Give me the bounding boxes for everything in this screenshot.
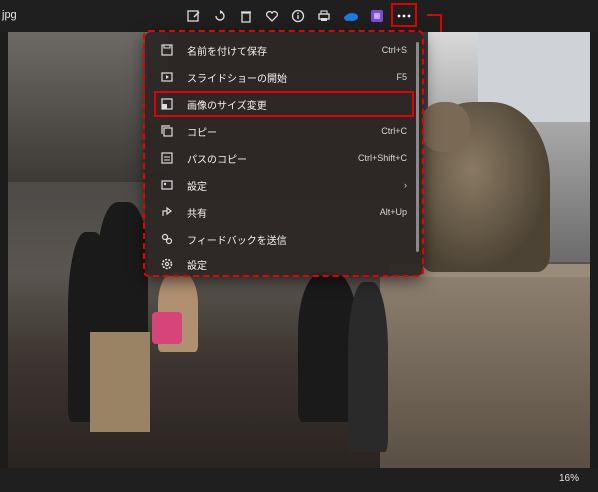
set-as-icon — [159, 177, 175, 193]
clipchamp-icon[interactable] — [366, 6, 388, 26]
title-bar: jpg — [0, 0, 598, 32]
annotation-arrow-top — [427, 14, 441, 16]
more-button-highlight — [391, 3, 417, 27]
delete-icon[interactable] — [235, 6, 257, 26]
save-icon — [159, 42, 175, 58]
menu-item-label: 設定 — [187, 260, 207, 272]
menu-item-label: 共有 — [187, 208, 207, 220]
copy-icon — [159, 123, 175, 139]
menu-item-set-as[interactable]: 設定 › — [155, 173, 413, 197]
feedback-icon — [159, 231, 175, 247]
menu-item-shortcut: Ctrl+Shift+C — [357, 153, 407, 163]
menu-item-copy-path[interactable]: パスのコピー Ctrl+Shift+C — [155, 146, 413, 170]
file-name: jpg — [2, 9, 17, 21]
menu-item-slideshow[interactable]: スライドショーの開始 F5 — [155, 65, 413, 89]
photo-person-pants — [90, 332, 150, 432]
status-bar: 16% — [0, 468, 598, 492]
menu-item-shortcut: F5 — [396, 72, 407, 82]
menu-item-label: パスのコピー — [187, 154, 247, 166]
photo-person — [98, 202, 148, 342]
info-icon[interactable] — [287, 6, 309, 26]
onedrive-icon[interactable] — [340, 6, 362, 26]
photo-pink-bag — [152, 312, 182, 344]
photo-building-left — [8, 32, 168, 182]
menu-item-label: スライドショーの開始 — [187, 73, 287, 85]
photo-pedestal — [380, 277, 590, 468]
slideshow-icon — [159, 69, 175, 85]
photo-person — [348, 282, 388, 452]
favorite-icon[interactable] — [261, 6, 283, 26]
zoom-level[interactable]: 16% — [559, 473, 579, 484]
menu-item-label: 画像のサイズ変更 — [187, 100, 267, 112]
rotate-icon[interactable] — [209, 6, 231, 26]
menu-item-shortcut: Ctrl+C — [381, 126, 407, 136]
menu-item-share[interactable]: 共有 Alt+Up — [155, 200, 413, 224]
menu-item-shortcut: Ctrl+S — [381, 45, 407, 55]
photo-hachiko-head — [420, 102, 470, 152]
share-icon — [159, 204, 175, 220]
resize-icon — [159, 96, 175, 112]
menu-item-label: 名前を付けて保存 — [187, 46, 267, 58]
menu-item-save-as[interactable]: 名前を付けて保存 Ctrl+S — [155, 38, 413, 62]
copy-path-icon — [159, 150, 175, 166]
context-menu: 名前を付けて保存 Ctrl+S スライドショーの開始 F5 画像のサイズ変更 コ… — [145, 32, 423, 276]
print-icon[interactable] — [313, 6, 335, 26]
chevron-right-icon: › — [404, 180, 407, 190]
menu-item-label: 設定 — [187, 181, 207, 193]
menu-item-resize-image[interactable]: 画像のサイズ変更 — [154, 91, 414, 117]
menu-item-send-feedback[interactable]: フィードバックを送信 — [155, 227, 413, 251]
menu-item-copy[interactable]: コピー Ctrl+C — [155, 119, 413, 143]
menu-item-settings[interactable]: 設定 — [155, 252, 413, 276]
settings-icon — [159, 256, 175, 272]
menu-item-label: コピー — [187, 127, 217, 139]
menu-item-label: フィードバックを送信 — [187, 235, 287, 247]
menu-scrollbar[interactable] — [416, 42, 419, 252]
edit-icon[interactable] — [183, 6, 205, 26]
menu-item-shortcut: Alt+Up — [379, 207, 407, 217]
